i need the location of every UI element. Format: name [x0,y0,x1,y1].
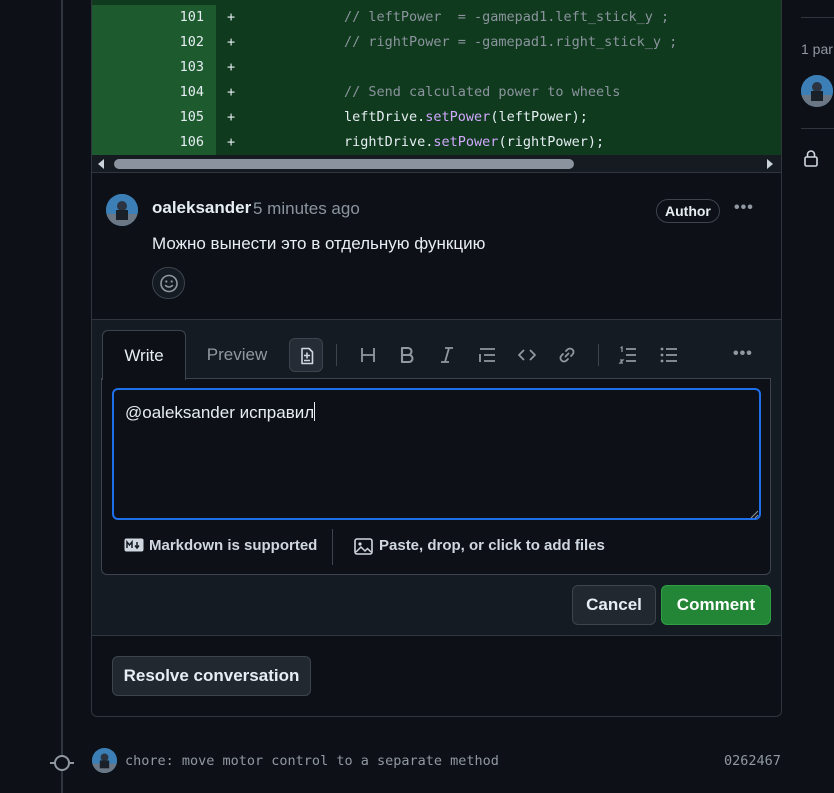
author-badge: Author [656,199,720,223]
code-token: // rightPower = -gamepad1.right_stick_y … [344,34,678,50]
code-token: rightDrive. [344,134,434,150]
code-token: leftDrive. [344,109,426,125]
quote-icon[interactable] [470,338,504,372]
diff-added-marker: + [227,109,236,125]
tab-preview[interactable]: Preview [196,330,278,380]
comment-button[interactable]: Comment [661,585,771,625]
commit-avatar[interactable] [92,748,117,773]
diff-code: // leftPower = -gamepad1.left_stick_y ; [344,5,669,30]
line-number[interactable]: 104 [92,80,216,105]
commit-message[interactable]: chore: move motor control to a separate … [125,753,499,769]
add-reaction-button[interactable] [152,267,185,299]
code-token: (rightPower); [498,134,605,150]
code-token: setPower [425,109,491,125]
resolve-conversation-button[interactable]: Resolve conversation [112,656,311,696]
toolbar-divider [598,344,599,366]
commit-sha[interactable]: 0262467 [724,753,781,769]
timeline-line [61,0,63,793]
ordered-list-icon[interactable] [611,338,645,372]
commit-line [68,762,74,764]
avatar[interactable] [106,194,138,226]
line-number[interactable]: 105 [92,105,216,130]
line-number[interactable]: 102 [92,30,216,55]
code-token: (leftPower); [490,109,588,125]
italic-icon[interactable] [430,338,464,372]
textarea-value: @oaleksander исправил [125,403,315,422]
scroll-right-icon[interactable] [767,159,773,169]
heading-icon[interactable] [351,338,385,372]
unordered-list-icon[interactable] [652,338,686,372]
link-icon[interactable] [550,338,584,372]
image-icon [354,538,373,555]
line-number[interactable]: 103 [92,55,216,80]
line-number[interactable]: 106 [92,130,216,155]
participants-label: 1 par [801,41,833,57]
diff-added-marker: + [227,84,236,100]
attach-files-button[interactable]: Paste, drop, or click to add files [354,537,605,555]
diff-line: 104 + // Send calculated power to wheels [92,80,781,105]
kebab-horizontal-icon[interactable]: ••• [734,199,754,217]
diff-line: 105 + leftDrive.setPower(leftPower); [92,105,781,130]
markdown-supported-link[interactable]: Markdown is supported [124,537,317,554]
sidebar-divider [801,17,834,18]
diff-hunk: 101 + // leftPower = -gamepad1.left_stick_… [92,0,781,155]
diff-code: rightDrive.setPower(rightPower); [344,130,604,155]
diff-code: // Send calculated power to wheels [344,80,620,105]
markdown-icon [124,538,144,552]
diff-added-marker: + [227,134,236,150]
line-number[interactable]: 101 [92,5,216,30]
more-icon[interactable]: ••• [733,345,753,363]
horizontal-scrollbar[interactable] [92,155,781,173]
diff-line: 103 + [92,55,781,80]
diff-icon[interactable] [289,338,323,372]
code-icon[interactable] [510,338,544,372]
text-caret [314,402,316,421]
diff-code: // rightPower = -gamepad1.right_stick_y … [344,30,677,55]
diff-line: 106 + rightDrive.setPower(rightPower); [92,130,781,155]
scrollbar-thumb[interactable] [114,159,574,169]
markdown-label: Markdown is supported [149,537,318,554]
diff-line: 101 + // leftPower = -gamepad1.left_stick_… [92,5,781,30]
cancel-button[interactable]: Cancel [572,585,656,625]
scroll-left-icon[interactable] [98,159,104,169]
comment-body: Можно вынести это в отдельную функцию [152,234,486,253]
toolbar-divider [336,344,337,366]
diff-added-marker: + [227,34,236,50]
lock-icon[interactable] [803,149,819,167]
diff-added-marker: + [227,59,236,75]
code-token: // Send calculated power to wheels [344,84,621,100]
code-token: // leftPower = -gamepad1.left_stick_y ; [344,9,670,25]
resize-grip-icon[interactable] [749,509,759,519]
diff-line: 102 + // rightPower = -gamepad1.right_stic… [92,30,781,55]
bold-icon[interactable] [390,338,424,372]
attach-label: Paste, drop, or click to add files [379,537,605,554]
comment-author[interactable]: oaleksander [152,198,251,218]
smiley-icon [160,274,178,293]
participant-avatar[interactable] [801,75,833,107]
footer-divider [332,529,333,565]
comment-timestamp[interactable]: 5 minutes ago [253,199,360,219]
tab-write[interactable]: Write [102,330,186,380]
sidebar-divider [801,128,834,129]
comment-textarea[interactable]: @oaleksander исправил [112,388,761,520]
code-token: setPower [433,134,499,150]
diff-added-marker: + [227,9,236,25]
diff-code: leftDrive.setPower(leftPower); [344,105,588,130]
